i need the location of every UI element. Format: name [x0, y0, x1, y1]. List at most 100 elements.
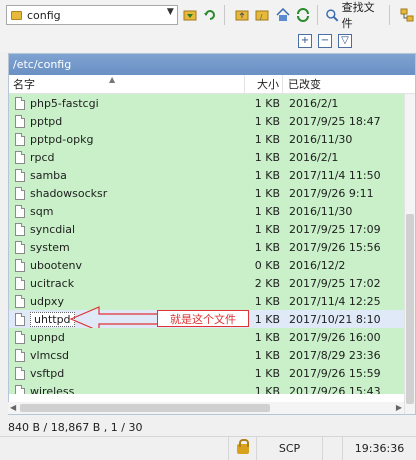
file-row[interactable]: upnpd 1 KB 2017/9/26 16:00 — [9, 328, 405, 346]
folder-icon — [11, 10, 22, 20]
file-icon — [15, 204, 25, 218]
file-size: 1 KB — [254, 348, 280, 362]
status-spacer-2 — [322, 437, 342, 460]
file-name: system — [30, 240, 70, 254]
find-files-button[interactable]: 查找文件 — [325, 0, 384, 31]
root-folder-icon: / — [255, 10, 269, 21]
file-modified: 2017/9/26 15:59 — [289, 366, 381, 380]
file-name: vlmcsd — [30, 348, 70, 362]
file-size: 1 KB — [254, 222, 280, 236]
funnel-icon: ▽ — [341, 35, 349, 46]
session-time: 19:36:36 — [342, 437, 416, 460]
file-name: php5-fastcgi — [30, 96, 99, 110]
filter-button[interactable] — [181, 6, 199, 24]
file-row[interactable]: system 1 KB 2017/9/26 15:56 — [9, 238, 405, 256]
file-modified: 2017/9/25 17:09 — [289, 222, 381, 236]
file-modified: 2016/2/1 — [289, 150, 339, 164]
selection-summary: 840 B / 18,867 B , 1 / 30 — [8, 421, 143, 434]
file-icon — [15, 186, 25, 200]
file-size: 1 KB — [254, 312, 280, 326]
file-row[interactable]: vlmcsd 1 KB 2017/8/29 23:36 — [9, 346, 405, 364]
chevron-down-icon[interactable]: ▼ — [167, 7, 174, 17]
path-combo[interactable]: config ▼ — [6, 5, 178, 25]
filter-mask-button[interactable]: ▽ — [338, 34, 352, 48]
file-modified: 2017/11/4 12:25 — [289, 294, 381, 308]
file-name: samba — [30, 168, 67, 182]
file-modified: 2016/2/1 — [289, 96, 339, 110]
file-list: php5-fastcgi 1 KB 2016/2/1 pptpd 1 KB 2017/9… — [9, 94, 405, 394]
file-icon — [15, 240, 25, 254]
parent-folder-icon — [235, 10, 249, 21]
file-row[interactable]: ucitrack 2 KB 2017/9/25 17:02 — [9, 274, 405, 292]
refresh-button[interactable] — [201, 6, 219, 24]
file-row[interactable]: rpcd 1 KB 2016/2/1 — [9, 148, 405, 166]
file-name: shadowsocksr — [30, 186, 108, 200]
find-files-label: 查找文件 — [341, 1, 375, 30]
toolbar-separator — [389, 5, 391, 25]
file-name: syncdial — [30, 222, 76, 236]
file-size: 1 KB — [254, 384, 280, 395]
file-row[interactable]: shadowsocksr 1 KB 2017/9/26 9:11 — [9, 184, 405, 202]
column-size[interactable]: 大小 — [245, 75, 283, 93]
file-icon — [15, 348, 25, 362]
file-row[interactable]: samba 1 KB 2017/11/4 11:50 — [9, 166, 405, 184]
annotation-label: 就是这个文件 — [157, 310, 249, 327]
file-name: udpxy — [30, 294, 64, 308]
file-name: sqm — [30, 204, 54, 218]
scroll-right-icon[interactable]: ▶ — [396, 403, 402, 412]
horizontal-scrollbar[interactable]: ◀ ▶ — [8, 402, 404, 414]
file-name: wireless — [30, 384, 75, 395]
file-icon — [15, 222, 25, 236]
file-icon — [15, 294, 25, 308]
home-button[interactable] — [274, 6, 292, 24]
file-icon — [15, 330, 25, 344]
add-button[interactable]: + — [298, 34, 312, 48]
protocol-indicator: SCP — [256, 437, 322, 460]
file-modified: 2017/8/29 23:36 — [289, 348, 381, 362]
root-folder-button[interactable]: / — [253, 6, 271, 24]
tree-view-button[interactable] — [398, 6, 416, 24]
file-size: 1 KB — [254, 168, 280, 182]
file-row[interactable]: pptpd 1 KB 2017/9/25 18:47 — [9, 112, 405, 130]
horizontal-scroll-thumb[interactable] — [20, 404, 270, 412]
file-row[interactable]: wireless 1 KB 2017/9/26 15:43 — [9, 382, 405, 394]
parent-folder-button[interactable] — [233, 6, 251, 24]
column-name[interactable]: 名字 ▲ — [9, 75, 245, 93]
file-icon — [15, 276, 25, 290]
toolbar-separator — [223, 5, 225, 25]
file-modified: 2017/10/21 8:10 — [289, 312, 381, 326]
file-name: ucitrack — [30, 276, 75, 290]
file-row[interactable]: vsftpd 1 KB 2017/9/26 15:59 — [9, 364, 405, 382]
refresh-icon — [204, 10, 216, 20]
file-modified: 2016/11/30 — [289, 132, 353, 146]
file-size: 1 KB — [254, 186, 280, 200]
minus-icon: − — [320, 35, 330, 46]
column-modified[interactable]: 已改变 — [283, 75, 321, 93]
file-icon — [15, 384, 25, 394]
file-modified: 2017/9/25 17:02 — [289, 276, 381, 290]
file-icon — [15, 366, 25, 380]
file-name: rpcd — [30, 150, 55, 164]
vertical-scroll-thumb[interactable] — [406, 214, 414, 404]
vertical-scrollbar[interactable] — [404, 94, 415, 414]
file-row[interactable]: ubootenv 0 KB 2016/12/2 — [9, 256, 405, 274]
file-modified: 2016/11/30 — [289, 204, 353, 218]
file-modified: 2017/11/4 11:50 — [289, 168, 381, 182]
sync-button[interactable] — [294, 6, 312, 24]
file-row[interactable]: syncdial 1 KB 2017/9/25 17:09 — [9, 220, 405, 238]
file-modified: 2017/9/26 9:11 — [289, 186, 374, 200]
scroll-left-icon[interactable]: ◀ — [10, 403, 16, 412]
file-size: 1 KB — [254, 294, 280, 308]
file-row-selected[interactable]: uhttpd 1 KB 2017/10/21 8:10 就是这个文件 — [9, 306, 405, 332]
file-size: 0 KB — [254, 258, 280, 272]
file-name: ubootenv — [30, 258, 82, 272]
file-size: 1 KB — [254, 204, 280, 218]
remove-button[interactable]: − — [318, 34, 332, 48]
file-row[interactable]: sqm 1 KB 2016/11/30 — [9, 202, 405, 220]
file-row[interactable]: pptpd-opkg 1 KB 2016/11/30 — [9, 130, 405, 148]
file-name: pptpd — [30, 114, 63, 128]
file-row[interactable]: php5-fastcgi 1 KB 2016/2/1 — [9, 94, 405, 112]
filter-icon — [183, 10, 197, 21]
file-icon — [15, 132, 25, 146]
file-size: 2 KB — [254, 276, 280, 290]
